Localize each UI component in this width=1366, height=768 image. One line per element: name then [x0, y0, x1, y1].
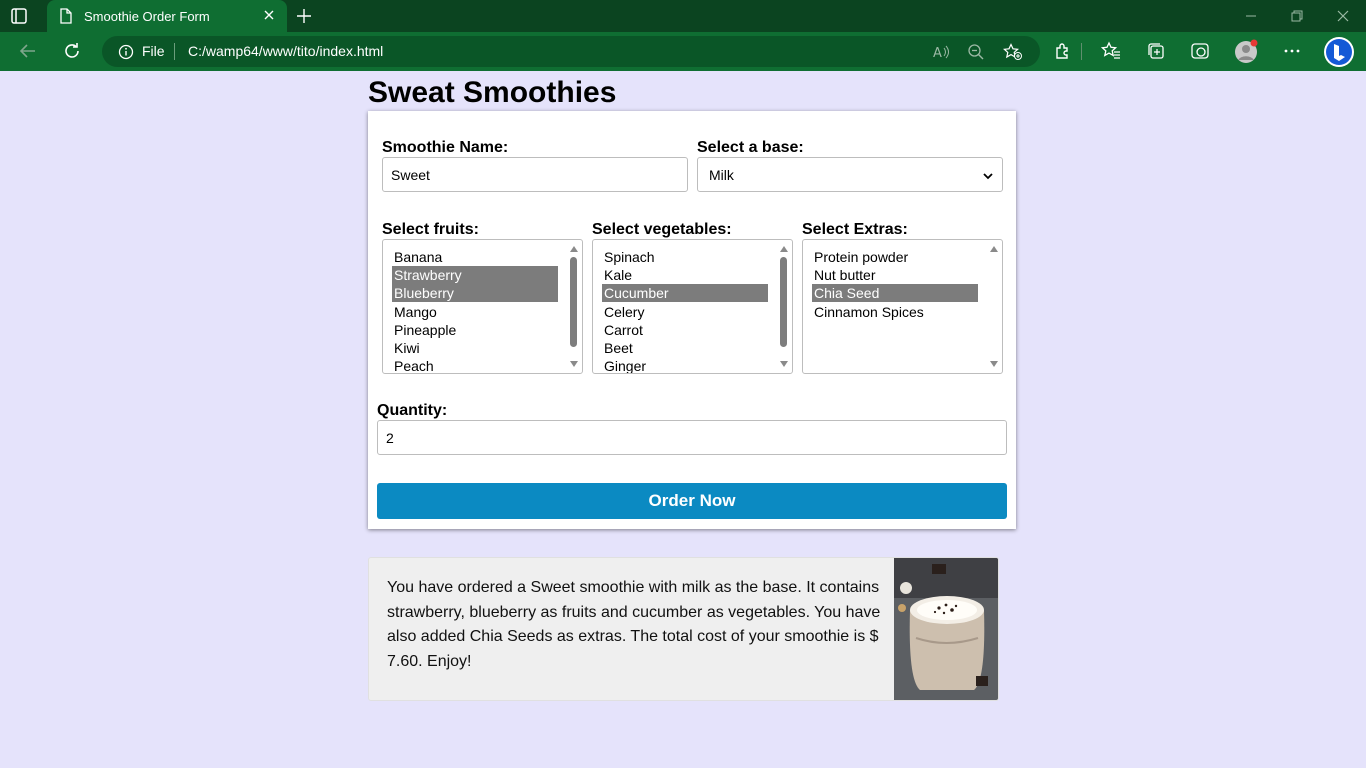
close-tab-icon[interactable] — [262, 8, 276, 25]
extras-listbox[interactable]: Protein powder Nut butter Chia Seed Cinnamo… — [802, 239, 1003, 374]
quantity-input[interactable] — [377, 420, 1007, 455]
smoothie-photo — [894, 558, 998, 700]
scroll-down-icon[interactable] — [570, 361, 578, 367]
smoothie-name-label: Smoothie Name: — [382, 139, 509, 156]
fruits-option[interactable]: Banana — [392, 248, 558, 266]
quantity-label: Quantity: — [377, 402, 448, 419]
browser-titlebar: Smoothie Order Form — [0, 0, 1366, 32]
scroll-thumb[interactable] — [570, 257, 577, 347]
fruits-option[interactable]: Peach — [392, 357, 558, 373]
zoom-out-icon[interactable] — [967, 43, 985, 64]
address-scheme: File — [142, 43, 165, 59]
fruits-scrollbar[interactable] — [567, 241, 581, 372]
vegetables-option[interactable]: Celery — [602, 303, 768, 321]
scroll-down-icon[interactable] — [780, 361, 788, 367]
scroll-up-icon[interactable] — [570, 246, 578, 252]
vegetables-listbox[interactable]: Spinach Kale Cucumber Celery Carrot Beet Ginge… — [592, 239, 793, 374]
address-bar[interactable]: File C:/wamp64/www/tito/index.html A — [102, 36, 1040, 67]
close-window-icon[interactable] — [1335, 8, 1351, 29]
scroll-up-icon[interactable] — [780, 246, 788, 252]
fruits-option[interactable]: Kiwi — [392, 339, 558, 357]
extras-option[interactable]: Chia Seed — [812, 284, 978, 303]
copilot-icon[interactable] — [1323, 36, 1355, 73]
base-label: Select a base: — [697, 139, 804, 156]
vegetables-scrollbar[interactable] — [777, 241, 791, 372]
browser-tab[interactable]: Smoothie Order Form — [47, 0, 287, 32]
info-icon[interactable] — [118, 44, 134, 63]
svg-text:A: A — [933, 46, 942, 61]
favorites-icon[interactable] — [1100, 41, 1121, 66]
order-summary: You have ordered a Sweet smoothie with m… — [368, 557, 999, 701]
extras-option[interactable]: Cinnamon Spices — [812, 303, 978, 321]
fruits-option[interactable]: Blueberry — [392, 284, 558, 303]
scroll-up-icon[interactable] — [990, 246, 998, 252]
vegetables-option[interactable]: Cucumber — [602, 284, 768, 303]
scroll-down-icon[interactable] — [990, 361, 998, 367]
extras-option[interactable]: Protein powder — [812, 248, 978, 266]
tab-actions-icon[interactable] — [10, 7, 38, 25]
back-icon[interactable] — [18, 41, 38, 66]
address-separator — [174, 43, 175, 60]
fruits-option[interactable]: Mango — [392, 303, 558, 321]
fruits-listbox[interactable]: Banana Strawberry Blueberry Mango Pineapple K… — [382, 239, 583, 374]
vegetables-option[interactable]: Kale — [602, 266, 768, 284]
minimize-icon[interactable] — [1243, 8, 1259, 29]
collections-icon[interactable] — [1146, 41, 1166, 66]
base-select[interactable]: Milk — [697, 157, 1003, 192]
fruits-option[interactable]: Strawberry — [392, 266, 558, 285]
vegetables-option[interactable]: Beet — [602, 339, 768, 357]
extras-label: Select Extras: — [802, 221, 908, 238]
vegetables-option[interactable]: Ginger — [602, 357, 768, 373]
fruits-label: Select fruits: — [382, 221, 479, 238]
scroll-thumb[interactable] — [780, 257, 787, 347]
page-title: Sweat Smoothies — [368, 76, 617, 109]
browser-toolbar: File C:/wamp64/www/tito/index.html A — [0, 32, 1366, 71]
profile-avatar[interactable] — [1234, 39, 1260, 70]
base-select-value: Milk — [709, 167, 734, 183]
document-icon — [59, 8, 73, 27]
extras-option[interactable]: Nut butter — [812, 266, 978, 284]
address-url[interactable]: C:/wamp64/www/tito/index.html — [188, 43, 383, 59]
smoothie-name-input[interactable] — [382, 157, 688, 192]
toolbar-divider — [1081, 43, 1082, 60]
add-favorite-icon[interactable] — [1003, 43, 1023, 64]
extensions-icon[interactable] — [1053, 41, 1073, 66]
vegetables-option[interactable]: Carrot — [602, 321, 768, 339]
restore-icon[interactable] — [1289, 8, 1305, 29]
read-aloud-icon[interactable]: A — [932, 43, 950, 64]
fruits-option[interactable]: Pineapple — [392, 321, 558, 339]
vegetables-option[interactable]: Spinach — [602, 248, 768, 266]
browser-essentials-icon[interactable] — [1190, 41, 1210, 66]
vegetables-label: Select vegetables: — [592, 221, 732, 238]
order-form: Smoothie Name: Select a base: Milk Selec… — [368, 111, 1016, 529]
more-icon[interactable] — [1282, 41, 1302, 66]
chevron-down-icon — [982, 169, 994, 185]
new-tab-icon[interactable] — [294, 6, 314, 31]
summary-message: You have ordered a Sweet smoothie with m… — [387, 579, 881, 670]
extras-scrollbar[interactable] — [987, 241, 1001, 372]
tab-title: Smoothie Order Form — [84, 9, 210, 24]
order-now-button[interactable]: Order Now — [377, 483, 1007, 519]
refresh-icon[interactable] — [62, 41, 82, 66]
